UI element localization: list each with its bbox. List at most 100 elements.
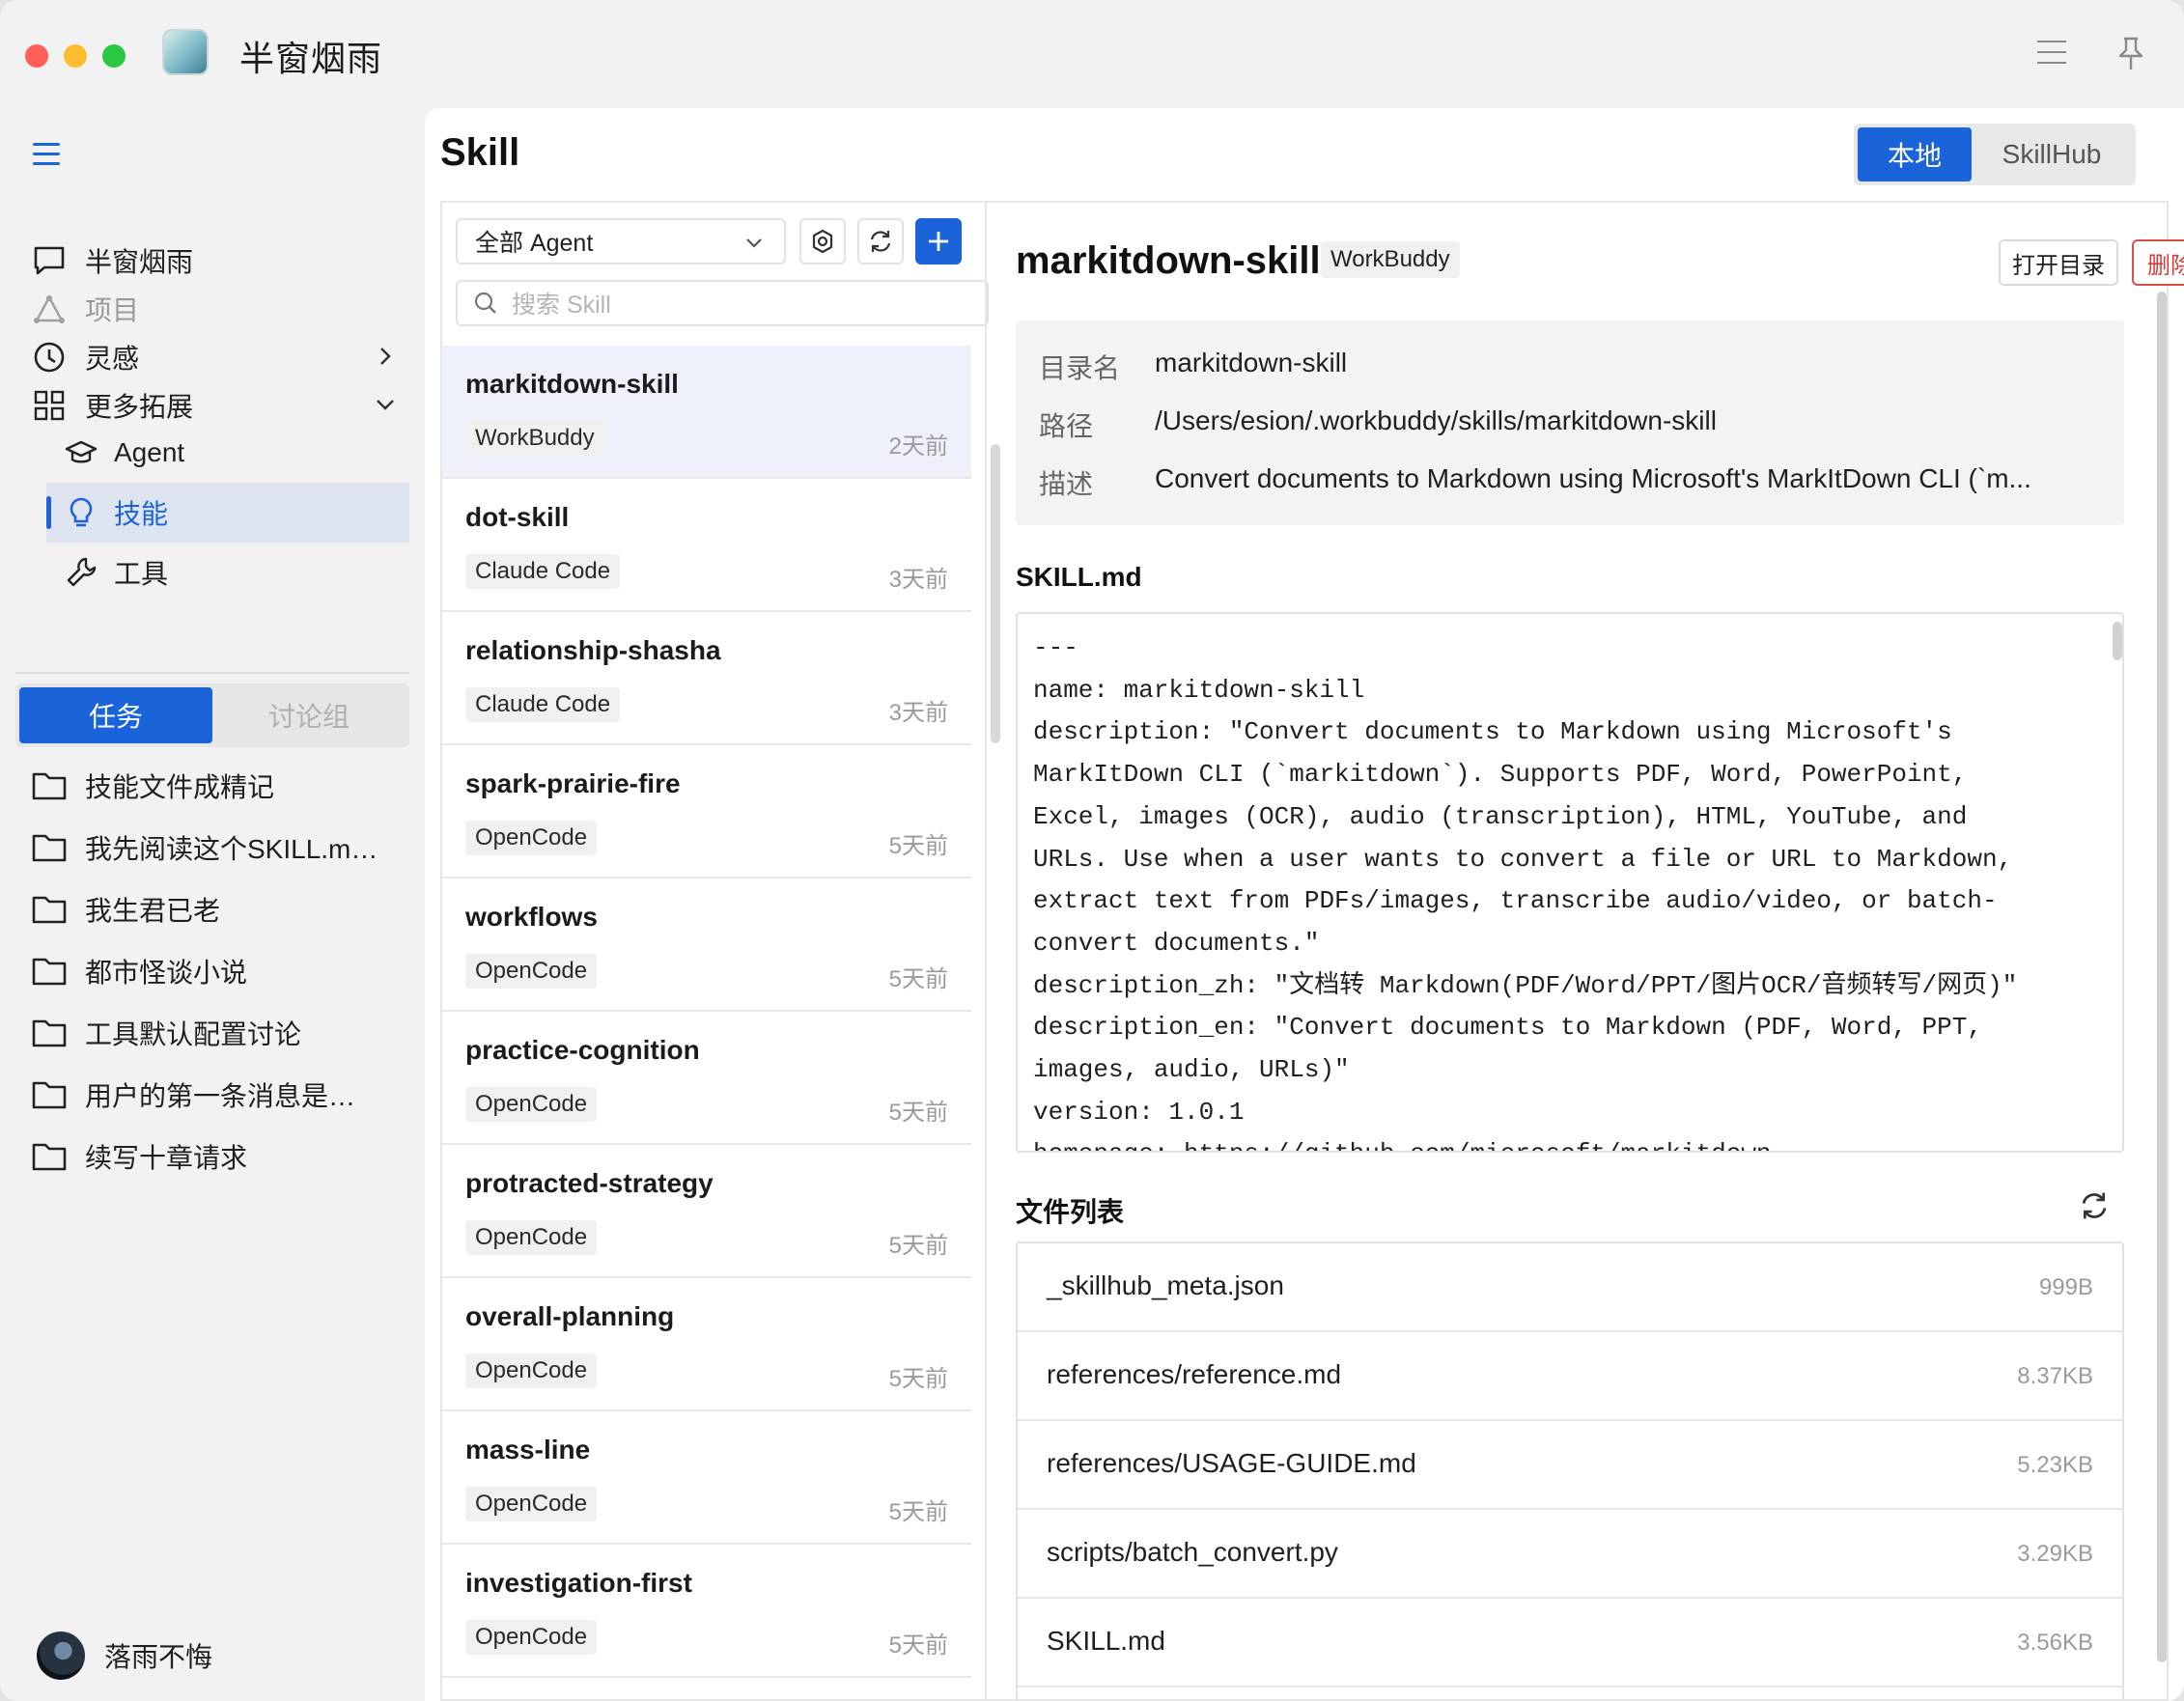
list-item[interactable]: markitdown-skill WorkBuddy 2天前 (442, 346, 971, 479)
pin-icon[interactable] (2114, 35, 2147, 73)
skill-name: workflows (465, 902, 598, 932)
file-row[interactable]: scripts/batch_convert.py 3.29KB (1018, 1510, 2122, 1599)
task-title: 我生君已老 (85, 896, 221, 926)
folder-icon (32, 896, 67, 924)
list-item[interactable]: dot-skill Claude Code 3天前 (442, 479, 971, 612)
task-item[interactable]: 技能文件成精记 (31, 759, 398, 813)
avatar (37, 1631, 85, 1680)
task-item[interactable]: 我生君已老 (31, 882, 398, 936)
list-item[interactable]: overall-planning OpenCode 5天前 (442, 1278, 971, 1411)
file-row[interactable]: references/reference.md 8.37KB (1018, 1332, 2122, 1421)
agent-badge: OpenCode (465, 1353, 598, 1388)
clock-icon (31, 339, 68, 376)
skill-name: practice-cognition (465, 1035, 700, 1065)
file-size: 999B (2038, 1274, 2093, 1300)
task-item[interactable]: 续写十章请求 (31, 1129, 398, 1184)
tab-discussion-groups[interactable]: 讨论组 (212, 687, 406, 743)
open-directory-button[interactable]: 打开目录 (1999, 239, 2118, 286)
tab-local[interactable]: 本地 (1858, 127, 1972, 181)
sidebar-item-label: 半窗烟雨 (85, 247, 194, 277)
source-toggle: 本地 SkillHub (1854, 124, 2136, 185)
grid-icon (31, 387, 68, 424)
meta-value: /Users/esion/.workbuddy/skills/markitdow… (1155, 405, 1717, 435)
skill-name: investigation-first (465, 1568, 692, 1598)
sidebar-item-label: 工具 (114, 559, 169, 589)
sidebar-item-inspiration[interactable]: 灵感 (31, 330, 398, 384)
sidebar-item-label: 更多拓展 (85, 392, 194, 422)
sidebar-item-home[interactable]: 半窗烟雨 (31, 234, 398, 288)
menu-icon[interactable] (2037, 41, 2066, 66)
list-item[interactable]: practice-cognition OpenCode 5天前 (442, 1012, 971, 1145)
skill-time: 5天前 (888, 1233, 948, 1259)
main-panel: Skill 本地 SkillHub 全部 Agent 搜索 Skill mark… (425, 108, 2184, 1701)
tab-tasks[interactable]: 任务 (19, 687, 212, 743)
wrench-icon (64, 555, 98, 590)
skill-name: relationship-shasha (465, 635, 721, 665)
skill-name: overall-planning (465, 1301, 675, 1331)
task-item[interactable]: 工具默认配置讨论 (31, 1006, 398, 1060)
folder-icon (32, 834, 67, 862)
skill-time: 5天前 (888, 1632, 948, 1659)
chevron-down-icon (743, 232, 765, 253)
skill-search-input[interactable]: 搜索 Skill (456, 280, 989, 326)
sidebar-toggle-icon[interactable] (33, 143, 60, 166)
sidebar-item-label: 项目 (85, 295, 140, 325)
add-skill-button[interactable] (915, 218, 962, 265)
agent-badge: OpenCode (465, 954, 598, 989)
skill-time: 5天前 (888, 1100, 948, 1126)
detail-scrollbar[interactable] (2157, 292, 2167, 1662)
skill-list: markitdown-skill WorkBuddy 2天前 dot-skill… (442, 346, 971, 1701)
skill-md-editor[interactable]: --- name: markitdown-skill description: … (1016, 612, 2124, 1153)
skill-md-title: SKILL.md (1016, 562, 1142, 592)
file-list: _skillhub_meta.json 999B references/refe… (1016, 1241, 2124, 1701)
triangle-nodes-icon (31, 291, 68, 327)
folder-icon (32, 1019, 67, 1047)
skill-detail-panel: markitdown-skill WorkBuddy 打开目录 删除 目录名 m… (985, 201, 2184, 1701)
refresh-icon (2082, 1192, 2107, 1219)
skill-time: 3天前 (888, 700, 948, 726)
refresh-button[interactable] (857, 218, 904, 265)
file-row[interactable]: references/USAGE-GUIDE.md 5.23KB (1018, 1421, 2122, 1510)
settings-button[interactable] (799, 218, 846, 265)
skill-name: mass-line (465, 1435, 591, 1464)
delete-button[interactable]: 删除 (2132, 239, 2184, 286)
user-profile[interactable]: 落雨不悔 (37, 1631, 212, 1680)
refresh-files-button[interactable] (2078, 1189, 2111, 1222)
minimize-window-button[interactable] (64, 44, 87, 68)
sidebar: 半窗烟雨 项目 灵感 更多拓展 Agent 技能 工具 任务 讨论组 技能文件成… (0, 108, 425, 1701)
sidebar-item-tools[interactable]: 工具 (46, 543, 409, 602)
sidebar-item-skills[interactable]: 技能 (46, 483, 409, 543)
plus-icon (929, 232, 948, 251)
list-item[interactable]: spark-prairie-fire OpenCode 5天前 (442, 745, 971, 878)
sidebar-item-projects[interactable]: 项目 (31, 282, 398, 336)
task-title: 技能文件成精记 (85, 772, 275, 802)
file-row[interactable]: _skillhub_meta.json 999B (1018, 1243, 2122, 1332)
skill-name: dot-skill (465, 502, 570, 532)
task-item[interactable]: 都市怪谈小说 (31, 944, 398, 998)
agent-badge: OpenCode (465, 1220, 598, 1255)
list-item[interactable]: relationship-shasha Claude Code 3天前 (442, 612, 971, 745)
editor-scrollbar[interactable] (2113, 622, 2122, 660)
task-item[interactable]: 我先阅读这个SKILL.m… (31, 821, 398, 875)
page-title: Skill (440, 131, 520, 174)
task-title: 我先阅读这个SKILL.m… (85, 834, 378, 864)
file-size: 5.23KB (2017, 1452, 2093, 1478)
agent-filter-select[interactable]: 全部 Agent (456, 218, 786, 265)
sidebar-item-agent[interactable]: Agent (46, 423, 409, 483)
meta-value: markitdown-skill (1155, 348, 1348, 377)
list-item[interactable]: protracted-strategy OpenCode 5天前 (442, 1145, 971, 1278)
close-window-button[interactable] (25, 44, 48, 68)
list-item[interactable]: mass-line OpenCode 5天前 (442, 1411, 971, 1545)
list-item[interactable]: investigation-first OpenCode 5天前 (442, 1545, 971, 1678)
file-row[interactable]: SKILL.md 3.56KB (1018, 1599, 2122, 1687)
file-name: scripts/batch_convert.py (1047, 1537, 1338, 1567)
agent-badge: OpenCode (465, 1487, 598, 1521)
maximize-window-button[interactable] (102, 44, 126, 68)
task-item[interactable]: 用户的第一条消息是… (31, 1068, 398, 1122)
skill-time: 5天前 (888, 833, 948, 859)
task-title: 工具默认配置讨论 (85, 1019, 302, 1049)
refresh-icon (870, 231, 891, 252)
tab-skillhub[interactable]: SkillHub (1972, 127, 2132, 181)
list-item[interactable]: workflows OpenCode 5天前 (442, 878, 971, 1012)
chevron-right-icon (373, 344, 398, 369)
